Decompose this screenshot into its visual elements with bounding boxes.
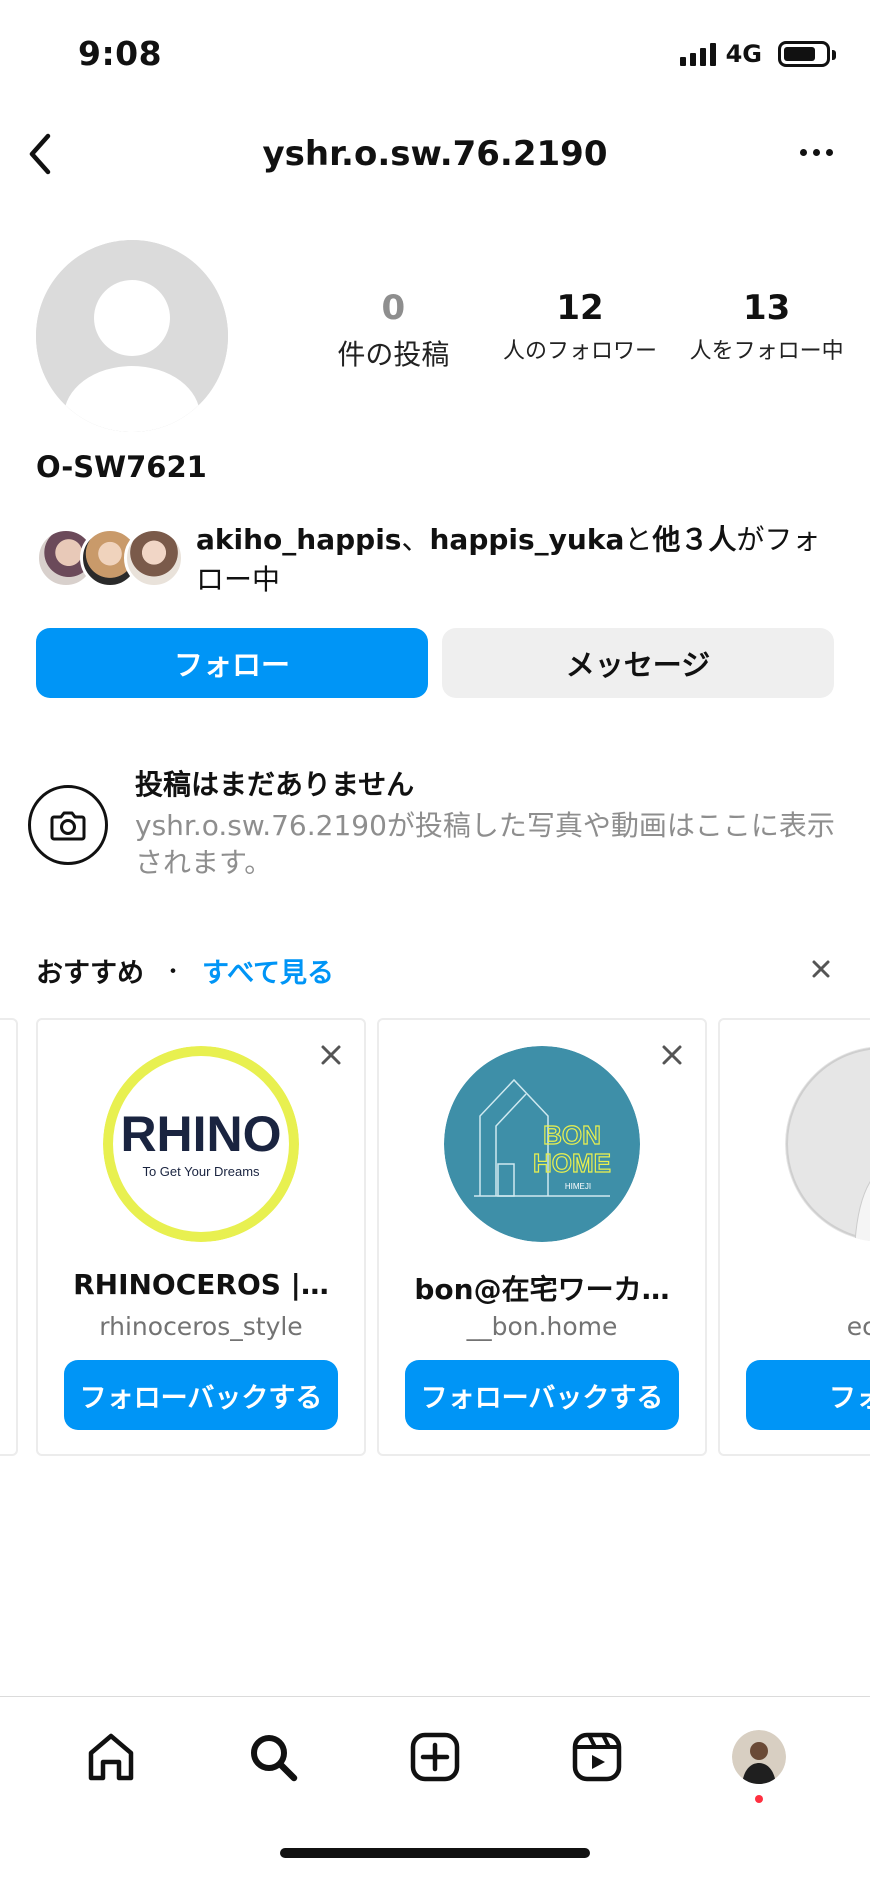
bottom-tab-bar	[0, 1696, 870, 1816]
mutual-user-2: happis_yuka	[429, 523, 625, 556]
empty-state-text: 投稿はまだありません yshr.o.sw.76.2190が投稿した写真や動画はこ…	[135, 765, 845, 881]
more-icon-dot	[825, 148, 833, 156]
avatar	[124, 528, 184, 588]
reels-icon	[572, 1732, 622, 1781]
logo-text: RHINO	[120, 1106, 281, 1162]
tab-create[interactable]	[405, 1727, 465, 1787]
display-name: O-SW7621	[36, 450, 207, 484]
following-label: 人をフォロー中	[689, 339, 844, 365]
signal-icon	[679, 42, 716, 66]
suggestion-username: rhinoceros_style	[99, 1312, 303, 1341]
logo-text: BON	[543, 1120, 601, 1150]
see-all-link[interactable]: すべて見る	[202, 951, 334, 990]
mutual-others: 他３人	[652, 523, 737, 556]
followers-stat[interactable]: 12 人のフォロワー	[487, 288, 674, 373]
close-suggestions-button[interactable]	[806, 954, 836, 984]
mutual-separator: 、	[401, 523, 430, 556]
dismiss-suggestion-button[interactable]	[318, 1042, 344, 1068]
mutual-user-1: akiho_happis	[196, 523, 402, 556]
close-icon	[321, 1045, 341, 1065]
suggestion-name: RHINOCEROS |…	[73, 1268, 329, 1301]
empty-state-description: yshr.o.sw.76.2190が投稿した写真や動画はここに表示されます。	[135, 809, 835, 879]
posts-stat: 0 件の投稿	[300, 288, 487, 373]
mutual-followers[interactable]: akiho_happis、happis_yukaと他３人がフォロー中	[36, 520, 836, 600]
follow-back-button[interactable]: フォローバックする	[405, 1360, 679, 1430]
posts-count: 0	[381, 288, 406, 328]
profile-actions: フォロー メッセージ	[36, 628, 834, 698]
tab-profile[interactable]	[729, 1727, 789, 1803]
more-icon-dot	[799, 148, 807, 156]
suggestions-separator: ・	[162, 960, 185, 985]
suggestion-username: __bon.home	[466, 1312, 618, 1341]
posts-label: 件の投稿	[337, 338, 450, 372]
mutual-followers-text: akiho_happis、happis_yukaと他３人がフォロー中	[196, 520, 836, 600]
follow-button[interactable]: フォロー	[36, 628, 428, 698]
suggestions-carousel[interactable]: RHINO To Get Your Dreams RHINOCEROS |… r…	[0, 1018, 870, 1458]
suggestion-avatar[interactable]: BON HOME HIMEJI	[444, 1046, 640, 1242]
network-type: 4G	[725, 40, 762, 68]
close-icon	[662, 1045, 682, 1065]
mutual-avatars	[36, 520, 186, 590]
default-avatar-icon	[36, 240, 228, 432]
mutual-and: と	[624, 523, 653, 556]
suggestion-card: BON HOME HIMEJI bon@在宅ワーカ… __bon.home フォ…	[377, 1018, 707, 1456]
followers-label: 人のフォロワー	[503, 339, 658, 365]
empty-posts-state: 投稿はまだありません yshr.o.sw.76.2190が投稿した写真や動画はこ…	[28, 765, 848, 881]
dismiss-suggestion-button[interactable]	[659, 1042, 685, 1068]
home-indicator	[280, 1848, 590, 1858]
profile-avatar	[732, 1729, 786, 1784]
home-icon	[88, 1733, 134, 1780]
follow-back-button[interactable]: フォローバックする	[64, 1360, 338, 1430]
more-icon-dot	[812, 148, 820, 156]
follow-button[interactable]: フォロー	[746, 1360, 870, 1430]
following-stat[interactable]: 13 人をフォロー中	[673, 288, 860, 373]
camera-icon-circle	[28, 785, 108, 865]
suggestion-card	[0, 1018, 18, 1456]
profile-photo	[785, 1046, 870, 1242]
followers-count: 12	[556, 288, 604, 328]
profile-stats: 0 件の投稿 12 人のフォロワー 13 人をフォロー中	[300, 288, 860, 373]
create-icon	[410, 1732, 460, 1781]
suggestion-avatar[interactable]: RHINO To Get Your Dreams	[103, 1046, 299, 1242]
status-bar: 9:08 4G	[0, 0, 870, 110]
message-button[interactable]: メッセージ	[442, 628, 834, 698]
suggestions-header: おすすめ ・ すべて見る	[36, 950, 836, 990]
logo-text: HOME	[533, 1148, 611, 1178]
suggestion-card: ecwl6 フォロー	[718, 1018, 870, 1456]
profile-photo	[732, 1729, 786, 1784]
profile-username-title: yshr.o.sw.76.2190	[262, 134, 608, 174]
close-icon	[812, 960, 830, 978]
logo-subtext: To Get Your Dreams	[142, 1164, 260, 1179]
bon-home-logo: BON HOME HIMEJI	[444, 1046, 640, 1242]
rhino-logo: RHINO To Get Your Dreams	[103, 1046, 299, 1242]
following-count: 13	[743, 288, 791, 328]
suggestion-name: bon@在宅ワーカ…	[414, 1273, 670, 1306]
suggestion-avatar[interactable]	[785, 1046, 870, 1242]
top-nav: yshr.o.sw.76.2190	[0, 110, 870, 200]
tab-search[interactable]	[243, 1727, 303, 1787]
more-options-button[interactable]	[792, 140, 840, 164]
status-icons: 4G	[679, 40, 836, 68]
suggestions-title: おすすめ	[36, 957, 144, 989]
suggestion-username: ecwl6	[846, 1312, 870, 1341]
search-icon	[251, 1734, 298, 1781]
tab-reels[interactable]	[567, 1727, 627, 1787]
suggestion-card: RHINO To Get Your Dreams RHINOCEROS |… r…	[36, 1018, 366, 1456]
status-time: 9:08	[78, 34, 163, 73]
empty-state-title: 投稿はまだありません	[135, 768, 415, 801]
notification-dot	[755, 1794, 763, 1803]
logo-subtext: HIMEJI	[565, 1182, 591, 1191]
battery-icon	[778, 41, 836, 67]
tab-home[interactable]	[81, 1727, 141, 1787]
profile-avatar[interactable]	[36, 240, 228, 432]
camera-icon	[50, 811, 86, 841]
